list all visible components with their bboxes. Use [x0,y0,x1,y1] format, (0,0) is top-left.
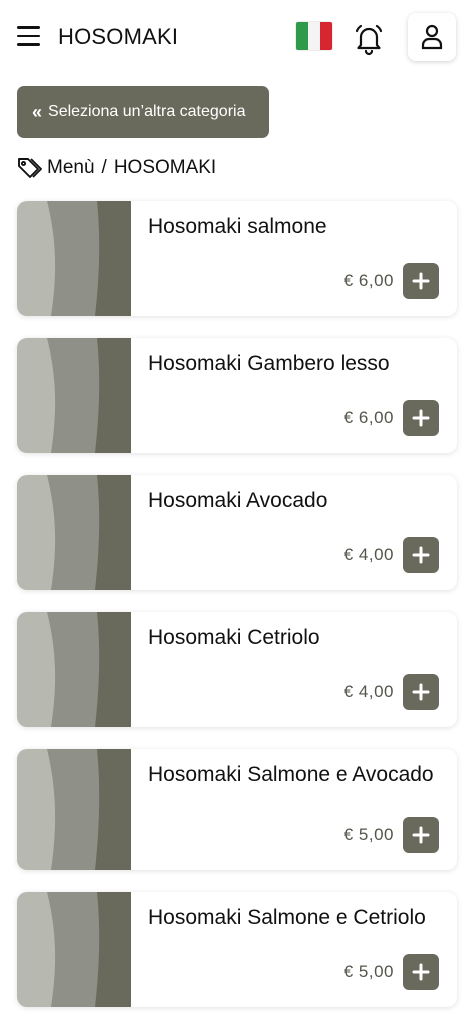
plus-icon [412,409,430,427]
add-to-cart-button[interactable] [403,954,439,990]
product-image-placeholder [17,892,131,1007]
product-name: Hosomaki Avocado [148,489,328,512]
product-image-placeholder [17,612,131,727]
product-card[interactable]: Hosomaki Salmone e Avocado € 5,00 [17,749,457,870]
product-price: € 5,00 [343,825,394,844]
product-image-placeholder [17,749,131,870]
page-title: HOSOMAKI [58,24,179,49]
product-price: € 6,00 [343,271,394,290]
app-header: HOSOMAKI [0,0,473,76]
tag-icon [18,158,42,178]
breadcrumb-separator: / [101,157,107,178]
product-image-placeholder [17,201,131,316]
product-card[interactable]: Hosomaki Salmone e Cetriolo € 5,00 [17,892,457,1007]
product-name: Hosomaki Cetriolo [148,626,320,649]
category-button-label: Seleziona un’altra categoria [48,103,246,120]
product-price: € 4,00 [343,682,394,701]
bell-icon[interactable] [352,22,386,56]
product-name: Hosomaki Salmone e Avocado [148,763,434,786]
add-to-cart-button[interactable] [403,674,439,710]
product-price: € 5,00 [343,962,394,981]
breadcrumb: Menù / HOSOMAKI [17,155,216,181]
add-to-cart-button[interactable] [403,263,439,299]
breadcrumb-root[interactable]: Menù [47,157,95,179]
italy-flag-icon[interactable] [296,22,332,50]
product-image-placeholder [17,338,131,453]
product-list: Hosomaki salmone € 6,00 Hosomaki Gambero… [17,201,457,1024]
product-card[interactable]: Hosomaki Avocado € 4,00 [17,475,457,590]
plus-icon [412,826,430,844]
product-name: Hosomaki Salmone e Cetriolo [148,906,426,929]
add-to-cart-button[interactable] [403,817,439,853]
add-to-cart-button[interactable] [403,400,439,436]
profile-button[interactable] [408,13,456,61]
product-card[interactable]: Hosomaki salmone € 6,00 [17,201,457,316]
product-name: Hosomaki salmone [148,215,327,238]
user-icon [421,24,443,50]
product-price: € 6,00 [343,408,394,427]
plus-icon [412,963,430,981]
plus-icon [412,683,430,701]
product-price: € 4,00 [343,545,394,564]
product-card[interactable]: Hosomaki Cetriolo € 4,00 [17,612,457,727]
product-image-placeholder [17,475,131,590]
breadcrumb-current: HOSOMAKI [113,157,217,178]
product-name: Hosomaki Gambero lesso [148,352,390,375]
plus-icon [412,546,430,564]
double-chevron-left-icon: « [32,102,43,122]
select-other-category-button[interactable]: « Seleziona un’altra categoria [17,86,269,138]
add-to-cart-button[interactable] [403,537,439,573]
hamburger-menu-icon[interactable] [17,26,40,46]
plus-icon [412,272,430,290]
product-card[interactable]: Hosomaki Gambero lesso € 6,00 [17,338,457,453]
